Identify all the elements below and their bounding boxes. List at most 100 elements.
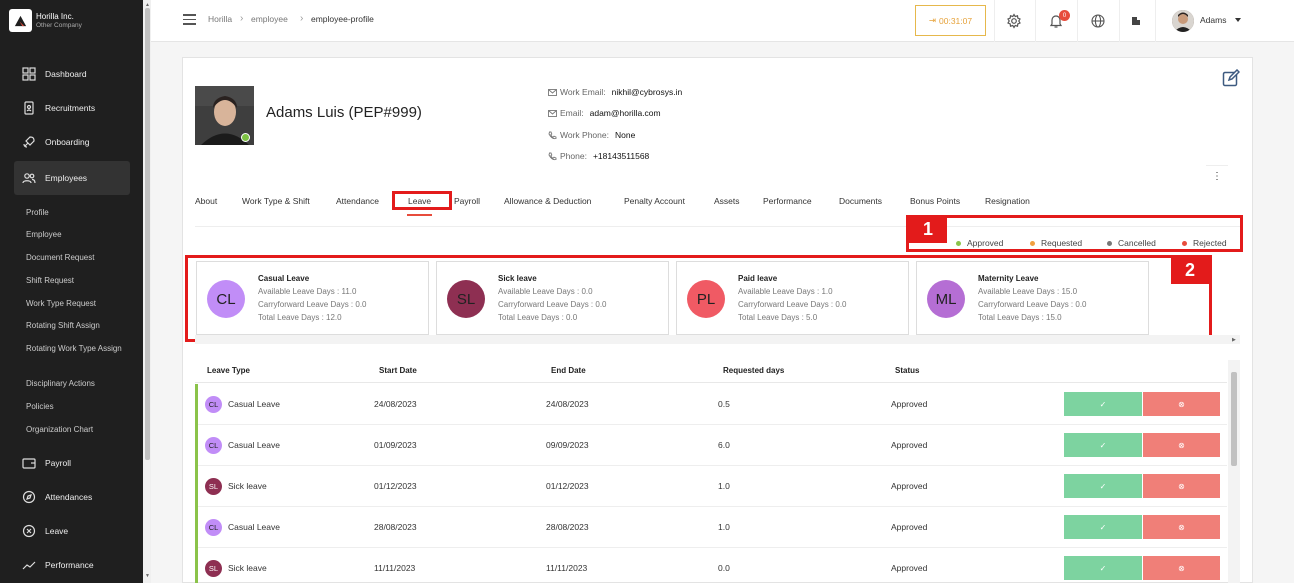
user-avatar[interactable] xyxy=(1172,10,1194,32)
work-phone-row: Work Phone: None xyxy=(548,130,635,140)
company-building-icon[interactable] xyxy=(1128,13,1144,29)
work-phone-label: Work Phone: xyxy=(560,130,609,140)
reject-button[interactable]: ⊗ xyxy=(1143,392,1220,416)
sidebar-subitem-organization-chart[interactable]: Organization Chart xyxy=(26,424,126,436)
tab-payroll[interactable]: Payroll xyxy=(454,196,480,206)
sidebar-subitem-profile[interactable]: Profile xyxy=(26,207,126,219)
cards-horizontal-scrollbar[interactable] xyxy=(195,335,1240,344)
sidebar-item-label: Payroll xyxy=(45,458,71,468)
phone-label: Phone: xyxy=(560,151,587,161)
breadcrumb-home[interactable]: Horilla xyxy=(208,14,232,24)
language-globe-icon[interactable] xyxy=(1090,13,1106,29)
active-tab-indicator xyxy=(407,214,432,216)
tab-work-type-shift[interactable]: Work Type & Shift xyxy=(242,196,310,206)
sidebar-item-attendances[interactable]: Attendances xyxy=(14,480,130,514)
approve-button[interactable]: ✓ xyxy=(1064,515,1142,539)
leave-card-maternity[interactable]: ML Maternity Leave Available Leave Days … xyxy=(916,261,1149,335)
company-switcher[interactable]: Horilla Inc. Other Company xyxy=(9,9,82,32)
sidebar-subitem-shift-request[interactable]: Shift Request xyxy=(26,275,126,287)
sidebar-scrollbar-thumb[interactable] xyxy=(145,8,150,460)
scroll-down-arrow-icon[interactable]: ▼ xyxy=(145,573,150,579)
sidebar-item-leave[interactable]: Leave xyxy=(14,514,130,548)
sidebar-subitem-employee[interactable]: Employee xyxy=(26,229,126,241)
approve-button[interactable]: ✓ xyxy=(1064,556,1142,580)
tab-documents[interactable]: Documents xyxy=(839,196,882,206)
status-indicator-bar xyxy=(195,466,198,507)
tab-resignation[interactable]: Resignation xyxy=(985,196,1030,206)
breadcrumb-separator-icon: › xyxy=(300,13,304,24)
settings-gear-icon[interactable] xyxy=(1006,13,1022,29)
cell-start-date: 01/12/2023 xyxy=(374,481,417,491)
reject-button[interactable]: ⊗ xyxy=(1143,433,1220,457)
tab-attendance[interactable]: Attendance xyxy=(336,196,379,206)
table-scrollbar-thumb[interactable] xyxy=(1231,372,1237,466)
leave-type-avatar: PL xyxy=(687,280,725,318)
sidebar-subitem-rotating-work-type-assign[interactable]: Rotating Work Type Assign xyxy=(26,343,122,355)
check-icon: ✓ xyxy=(1099,563,1107,573)
sidebar-item-label: Onboarding xyxy=(45,137,90,147)
sidebar-item-onboarding[interactable]: Onboarding xyxy=(14,125,130,159)
work-phone-value: None xyxy=(614,130,636,140)
cell-requested-days: 0.5 xyxy=(718,399,730,409)
sidebar-item-employees[interactable]: Employees xyxy=(14,161,130,195)
leave-card-paid[interactable]: PL Paid leave Available Leave Days : 1.0… xyxy=(676,261,909,335)
sidebar-subitem-document-request[interactable]: Document Request xyxy=(26,252,126,264)
cancel-circle-icon: ⊗ xyxy=(1178,399,1185,409)
approve-button[interactable]: ✓ xyxy=(1064,474,1142,498)
scroll-right-arrow-icon[interactable]: ▶ xyxy=(1232,337,1236,343)
wallet-icon xyxy=(22,458,36,469)
legend-dot-icon xyxy=(1107,240,1112,246)
approve-button[interactable]: ✓ xyxy=(1064,433,1142,457)
total-days: Total Leave Days : 5.0 xyxy=(738,313,818,322)
tab-penalty-account[interactable]: Penalty Account xyxy=(624,196,685,206)
approve-button[interactable]: ✓ xyxy=(1064,392,1142,416)
sidebar-subitem-disciplinary-actions[interactable]: Disciplinary Actions xyxy=(26,378,126,390)
user-menu-name[interactable]: Adams xyxy=(1200,15,1226,25)
sidebar-subitem-policies[interactable]: Policies xyxy=(26,401,126,413)
legend-cancelled[interactable]: Cancelled xyxy=(1107,238,1156,248)
leave-card-casual[interactable]: CL Casual Leave Available Leave Days : 1… xyxy=(196,261,429,335)
employee-name: Adams Luis (PEP#999) xyxy=(266,104,422,121)
tab-assets[interactable]: Assets xyxy=(714,196,740,206)
sidebar-subitem-rotating-shift-assign[interactable]: Rotating Shift Assign xyxy=(26,320,126,332)
main-scrollbar[interactable] xyxy=(1284,42,1294,583)
tab-allowance-deduction[interactable]: Allowance & Deduction xyxy=(504,196,591,206)
cell-status: Approved xyxy=(891,563,928,573)
annotation-badge-2: 2 xyxy=(1171,257,1209,284)
column-header-status: Status xyxy=(895,366,920,375)
legend-rejected[interactable]: Rejected xyxy=(1182,238,1227,248)
legend-approved[interactable]: Approved xyxy=(956,238,1003,248)
sidebar-item-payroll[interactable]: Payroll xyxy=(14,446,130,480)
chevron-down-icon[interactable] xyxy=(1235,18,1241,22)
edit-profile-icon[interactable] xyxy=(1222,69,1240,87)
check-in-timer-button[interactable]: ⇥ 00:31:07 xyxy=(915,5,986,36)
cell-status: Approved xyxy=(891,481,928,491)
scroll-up-arrow-icon[interactable]: ▲ xyxy=(145,2,150,8)
reject-button[interactable]: ⊗ xyxy=(1143,515,1220,539)
available-days: Available Leave Days : 1.0 xyxy=(738,287,833,296)
work-email-value: nikhil@cybrosys.in xyxy=(611,87,683,97)
sidebar-item-performance[interactable]: Performance xyxy=(14,548,130,582)
tab-bonus-points[interactable]: Bonus Points xyxy=(910,196,960,206)
reject-button[interactable]: ⊗ xyxy=(1143,474,1220,498)
menu-toggle-icon[interactable] xyxy=(183,14,196,28)
sidebar-subitem-work-type-request[interactable]: Work Type Request xyxy=(26,298,126,310)
work-email-row: Work Email: nikhil@cybrosys.in xyxy=(548,87,682,97)
leave-type-avatar: CL xyxy=(207,280,245,318)
legend-requested[interactable]: Requested xyxy=(1030,238,1082,248)
available-days: Available Leave Days : 15.0 xyxy=(978,287,1078,296)
sidebar-item-dashboard[interactable]: Dashboard xyxy=(14,57,130,91)
leave-card-sick[interactable]: SL Sick leave Available Leave Days : 0.0… xyxy=(436,261,669,335)
reject-button[interactable]: ⊗ xyxy=(1143,556,1220,580)
leave-type-mini-avatar: CL xyxy=(205,437,222,454)
divider xyxy=(1077,0,1078,42)
sidebar-item-label: Performance xyxy=(45,560,94,570)
tab-about[interactable]: About xyxy=(195,196,217,206)
users-icon xyxy=(22,173,36,184)
tab-performance[interactable]: Performance xyxy=(763,196,812,206)
phone-row: Phone: +18143511568 xyxy=(548,151,649,161)
breadcrumb-employee[interactable]: employee xyxy=(251,14,288,24)
sidebar-item-recruitments[interactable]: Recruitments xyxy=(14,91,130,125)
column-header-start-date: Start Date xyxy=(379,366,417,375)
more-options-icon[interactable]: ⋮ xyxy=(1206,165,1228,187)
